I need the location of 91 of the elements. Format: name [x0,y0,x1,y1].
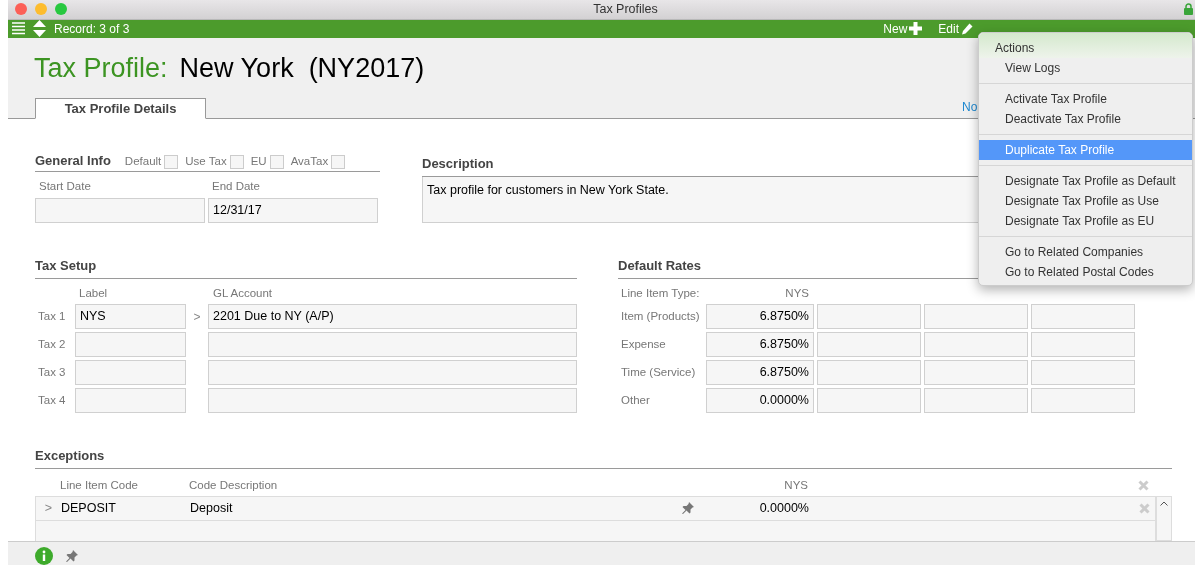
section-title: Exceptions [35,448,105,463]
field-label: End Date [211,179,261,195]
pin-icon[interactable] [681,502,694,516]
column-header: Code Description [189,478,279,493]
text-field[interactable]: NYS [75,304,186,329]
row-label: Tax 1 [37,308,67,324]
text-field[interactable] [924,332,1028,357]
text-field[interactable] [75,332,186,357]
scrollbar[interactable] [1156,496,1172,542]
column-header: Line Item Type: [620,285,701,301]
table-row[interactable] [35,521,1156,542]
plus-icon [909,22,923,36]
column-header: NYS [784,285,810,301]
lock-icon [1184,3,1193,16]
table-row[interactable]: > DEPOSIT Deposit 0.0000% [35,496,1156,522]
text-field[interactable] [208,388,577,413]
pencil-icon [961,22,973,35]
delete-icon[interactable] [1138,480,1149,492]
minimize-button[interactable] [35,3,47,16]
text-field[interactable]: 12/31/17 [208,197,378,223]
text-field[interactable] [817,388,921,413]
zoom-button[interactable] [55,3,67,16]
table-cell-text: Deposit [190,500,234,518]
text-field[interactable] [208,332,577,357]
section-title: Default Rates [618,257,702,273]
checkbox-label: EU [250,154,267,169]
row-label: Item (Products) [620,308,701,324]
checkbox[interactable] [331,154,346,169]
section-title: General Info [35,151,111,170]
table-cell-text: DEPOSIT [61,500,117,518]
row-label: Tax 2 [37,336,67,352]
menu-item[interactable]: Activate Tax Profile [979,89,1192,109]
text-field[interactable] [817,332,921,357]
field-label: Start Date [38,179,92,195]
column-header: Label [79,285,109,301]
text-field[interactable] [1031,388,1135,413]
checkbox-label: Default [124,154,162,169]
text-field[interactable] [1031,360,1135,385]
text-field[interactable]: 0.0000% [706,388,814,413]
table-cell-text: 0.0000% [758,500,809,518]
menu-item[interactable]: Designate Tax Profile as Default [979,171,1192,191]
pin-icon[interactable] [65,549,78,563]
checkbox[interactable] [269,154,284,169]
text-field[interactable]: 6.8750% [706,332,814,357]
text-field[interactable] [208,360,577,385]
record-type-label: Tax Profile: [34,51,168,85]
menu-item[interactable]: Deactivate Tax Profile [979,109,1192,129]
checkbox-label: AvaTax [290,154,329,169]
menu-item[interactable]: Designate Tax Profile as Use [979,191,1192,211]
checkbox-label: Use Tax [185,154,227,169]
scroll-up-icon[interactable] [1160,501,1168,507]
record-counter: Record: 3 of 3 [54,20,130,38]
section-title: Tax Setup [35,257,97,273]
text-field[interactable] [1031,332,1135,357]
up-down-arrows-icon[interactable] [33,20,46,38]
delete-icon[interactable] [1139,503,1150,515]
menu-item[interactable]: Go to Related Postal Codes [979,262,1192,282]
menu-item[interactable]: Go to Related Companies [979,242,1192,262]
column-header: GL Account [213,285,273,301]
text-field[interactable] [817,360,921,385]
menu-item[interactable]: View Logs [979,58,1192,78]
text-field[interactable] [817,304,921,329]
checkbox[interactable] [164,154,179,169]
text-field[interactable] [1031,304,1135,329]
row-label: Time (Service) [620,364,697,380]
record-title: New York (NY2017) [179,51,425,85]
text-field[interactable] [924,304,1028,329]
text-field[interactable] [924,360,1028,385]
text-field[interactable] [75,388,186,413]
text-field[interactable]: 2201 Due to NY (A/P) [208,304,577,329]
tab[interactable]: Tax Profile Details [35,97,206,119]
close-button[interactable] [15,3,27,16]
text-field[interactable] [75,360,186,385]
section-title: Description [422,155,494,171]
menu-icon[interactable] [12,22,25,36]
row-label: Tax 3 [37,364,67,380]
row-label: Tax 4 [37,392,67,408]
window-title: Tax Profiles [593,1,658,18]
info-icon[interactable] [35,547,53,565]
text-field[interactable] [35,197,205,223]
link-arrow[interactable]: > [193,307,201,326]
row-label: Other [620,392,651,408]
text-field[interactable]: 6.8750% [706,304,814,329]
text-field[interactable]: 6.8750% [706,360,814,385]
checkbox[interactable] [229,154,244,169]
column-header: Line Item Code [60,478,139,493]
menu-item[interactable]: Designate Tax Profile as EU [979,211,1192,231]
text-field[interactable] [924,388,1028,413]
row-label: Expense [620,336,667,352]
column-header: NYS [783,478,808,493]
menu-title: Actions [994,40,1036,57]
